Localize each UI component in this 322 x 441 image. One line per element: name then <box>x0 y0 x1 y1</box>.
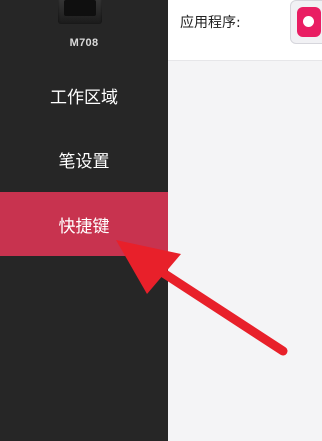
sidebar-item-label: 笔设置 <box>58 151 110 172</box>
app-select[interactable] <box>290 0 322 44</box>
sidebar: M708 工作区域 笔设置 快捷键 <box>0 0 168 441</box>
app-select-bar: 应用程序: <box>168 0 322 61</box>
sidebar-item-label: 工作区域 <box>50 87 118 108</box>
sidebar-item-work-area[interactable]: 工作区域 <box>0 63 168 127</box>
sidebar-item-shortcuts[interactable]: 快捷键 <box>0 192 168 256</box>
app-icon <box>297 7 321 37</box>
sidebar-item-pen-settings[interactable]: 笔设置 <box>0 127 168 191</box>
tablet-device-icon <box>58 0 102 24</box>
device-name: M708 <box>69 37 99 49</box>
app-label: 应用程序: <box>180 15 241 31</box>
main-panel: 应用程序: <box>168 0 322 441</box>
sidebar-item-label: 快捷键 <box>58 216 110 237</box>
